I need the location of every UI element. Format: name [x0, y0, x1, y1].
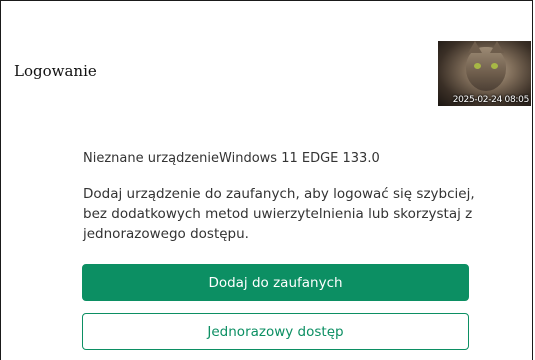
cat-ear-left: [468, 41, 482, 53]
one-time-access-button[interactable]: Jednorazowy dostęp: [82, 313, 469, 350]
cat-photo: [466, 41, 506, 91]
cat-eye-right: [491, 63, 498, 69]
avatar: 2025-02-24 08:05: [438, 41, 531, 106]
cat-eye-left: [474, 63, 481, 69]
page-title: Logowanie: [14, 62, 97, 80]
photo-timestamp: 2025-02-24 08:05: [452, 95, 530, 105]
cat-ear-right: [490, 41, 504, 53]
trust-description: Dodaj urządzenie do zaufanych, aby logow…: [83, 186, 475, 242]
device-info: Nieznane urządzenieWindows 11 EDGE 133.0: [83, 151, 380, 166]
add-trusted-button[interactable]: Dodaj do zaufanych: [82, 264, 469, 301]
